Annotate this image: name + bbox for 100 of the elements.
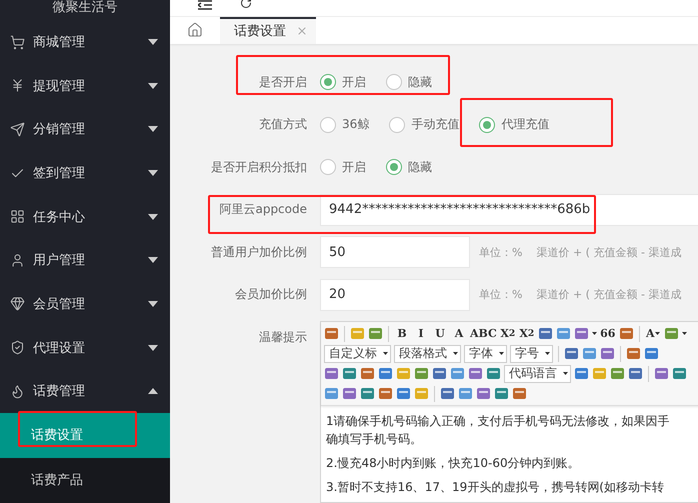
sidebar-item[interactable]: 签到管理 — [0, 151, 170, 195]
sidebar-item[interactable]: 代理设置 — [0, 326, 170, 370]
toolbar-icon[interactable] — [672, 366, 687, 381]
radio-option[interactable]: 隐藏 — [386, 158, 432, 176]
menu-icon — [10, 34, 25, 50]
toolbar-icon[interactable] — [324, 366, 339, 381]
caret-down-icon — [453, 352, 458, 355]
radio-option[interactable]: 开启 — [320, 158, 366, 176]
unit-text: 单位：% — [479, 244, 522, 260]
toolbar-button[interactable]: A — [451, 325, 467, 342]
caret-down-icon — [654, 332, 660, 335]
toolbar-icon[interactable] — [378, 386, 393, 401]
toolbar-icon[interactable] — [574, 326, 589, 341]
toolbar-select[interactable]: 自定义标 — [324, 344, 391, 362]
radio-button[interactable] — [320, 159, 336, 175]
sidebar-item[interactable]: 商城管理 — [0, 20, 170, 64]
toolbar-icon[interactable] — [324, 386, 339, 401]
toolbar-select[interactable]: 字体 — [464, 344, 507, 362]
toolbar-icon[interactable] — [538, 326, 553, 341]
sidebar-item[interactable]: 分销管理 — [0, 108, 170, 152]
home-icon — [187, 22, 203, 38]
toolbar-icon[interactable] — [324, 326, 339, 341]
toolbar-icon[interactable] — [360, 386, 375, 401]
toolbar-select[interactable]: 代码语言 — [504, 364, 571, 382]
toolbar-button[interactable]: A — [644, 325, 661, 342]
radio-option[interactable]: 36鲸 — [320, 116, 370, 133]
sidebar-subitem[interactable]: 话费产品 — [0, 458, 170, 503]
field-label: 会员加价比例 — [234, 286, 307, 303]
radio-option[interactable]: 代理充值 — [479, 116, 550, 133]
toolbar-icon[interactable] — [664, 326, 679, 341]
input-field[interactable]: 9442******************************686b — [320, 194, 698, 226]
caret-down-icon — [148, 126, 158, 132]
toolbar-select[interactable]: 字号 — [510, 344, 553, 362]
radio-button[interactable] — [479, 116, 496, 132]
toolbar-icon[interactable] — [582, 346, 597, 361]
toolbar-icon[interactable] — [368, 326, 383, 341]
caret-down-icon — [682, 332, 687, 335]
radio-option[interactable]: 手动充值 — [389, 116, 460, 133]
toolbar-icon[interactable] — [450, 366, 465, 381]
toolbar-icon[interactable] — [468, 366, 483, 381]
radio-option[interactable]: 开启 — [320, 74, 366, 90]
sidebar-item[interactable]: 任务中心 — [0, 194, 170, 238]
radio-button[interactable] — [386, 74, 402, 90]
toolbar-icon[interactable] — [618, 326, 634, 341]
toolbar-icon[interactable] — [486, 366, 501, 381]
toolbar-button[interactable]: ABC — [470, 325, 497, 342]
toolbar-icon[interactable] — [556, 326, 571, 341]
toolbar-icon[interactable] — [512, 386, 527, 401]
toolbar-icon[interactable] — [440, 386, 455, 401]
menu-collapse-icon[interactable] — [198, 0, 212, 10]
refresh-icon[interactable] — [240, 0, 252, 9]
caret-down-icon — [148, 300, 158, 307]
toolbar-icon[interactable] — [342, 386, 357, 401]
caret-down-icon — [383, 352, 388, 355]
toolbar-icon[interactable] — [644, 346, 659, 361]
toolbar-icon[interactable] — [654, 366, 669, 381]
caret-down-icon — [148, 39, 158, 46]
radio-button[interactable] — [389, 116, 406, 132]
toolbar-icon[interactable] — [574, 366, 589, 381]
radio-button[interactable] — [386, 159, 402, 175]
toolbar-button[interactable]: U — [432, 325, 448, 342]
sidebar-subitem[interactable]: 话费设置 — [0, 412, 170, 458]
menu-icon — [10, 384, 25, 399]
option-label: 隐藏 — [408, 74, 432, 90]
close-icon[interactable] — [296, 25, 308, 38]
sidebar-item[interactable]: 话费管理 — [0, 369, 170, 413]
sidebar-item[interactable]: 用户管理 — [0, 238, 170, 282]
toolbar-icon[interactable] — [414, 366, 429, 381]
radio-button[interactable] — [320, 116, 336, 132]
toolbar-icon[interactable] — [432, 366, 447, 381]
input-field[interactable]: 20 — [320, 278, 470, 310]
toolbar-select[interactable]: 段落格式 — [394, 344, 461, 362]
menu-icon — [10, 340, 25, 356]
toolbar-icon[interactable] — [610, 366, 625, 381]
logo-text: 微聚生活号 — [52, 0, 118, 16]
toolbar-icon[interactable] — [494, 386, 509, 401]
toolbar-icon[interactable] — [476, 386, 491, 401]
toolbar-button[interactable]: B — [394, 325, 410, 342]
toolbar-icon[interactable] — [378, 366, 393, 381]
caret-down-icon — [148, 82, 158, 89]
toolbar-icon[interactable] — [600, 346, 615, 361]
radio-option[interactable]: 隐藏 — [386, 74, 432, 90]
sidebar-item[interactable]: 提现管理 — [0, 64, 170, 108]
option-label: 36鲸 — [342, 116, 370, 133]
toolbar-icon[interactable] — [626, 346, 641, 361]
toolbar-button[interactable]: 66 — [600, 325, 616, 342]
page-tab[interactable]: 话费设置 — [220, 16, 316, 44]
toolbar-icon[interactable] — [458, 386, 473, 401]
toolbar-icon[interactable] — [628, 366, 643, 381]
toolbar-icon[interactable] — [564, 346, 579, 361]
toolbar-icon[interactable] — [342, 366, 357, 381]
toolbar-button[interactable]: I — [413, 325, 429, 342]
caret-up-icon — [148, 388, 158, 394]
toolbar-icon[interactable] — [360, 366, 375, 381]
radio-button[interactable] — [320, 74, 336, 90]
sidebar-item[interactable]: 会员管理 — [0, 282, 170, 326]
input-field[interactable]: 50 — [320, 236, 470, 268]
toolbar-icon[interactable] — [396, 386, 411, 401]
option-label: 隐藏 — [408, 158, 432, 176]
option-label: 代理充值 — [501, 116, 550, 133]
